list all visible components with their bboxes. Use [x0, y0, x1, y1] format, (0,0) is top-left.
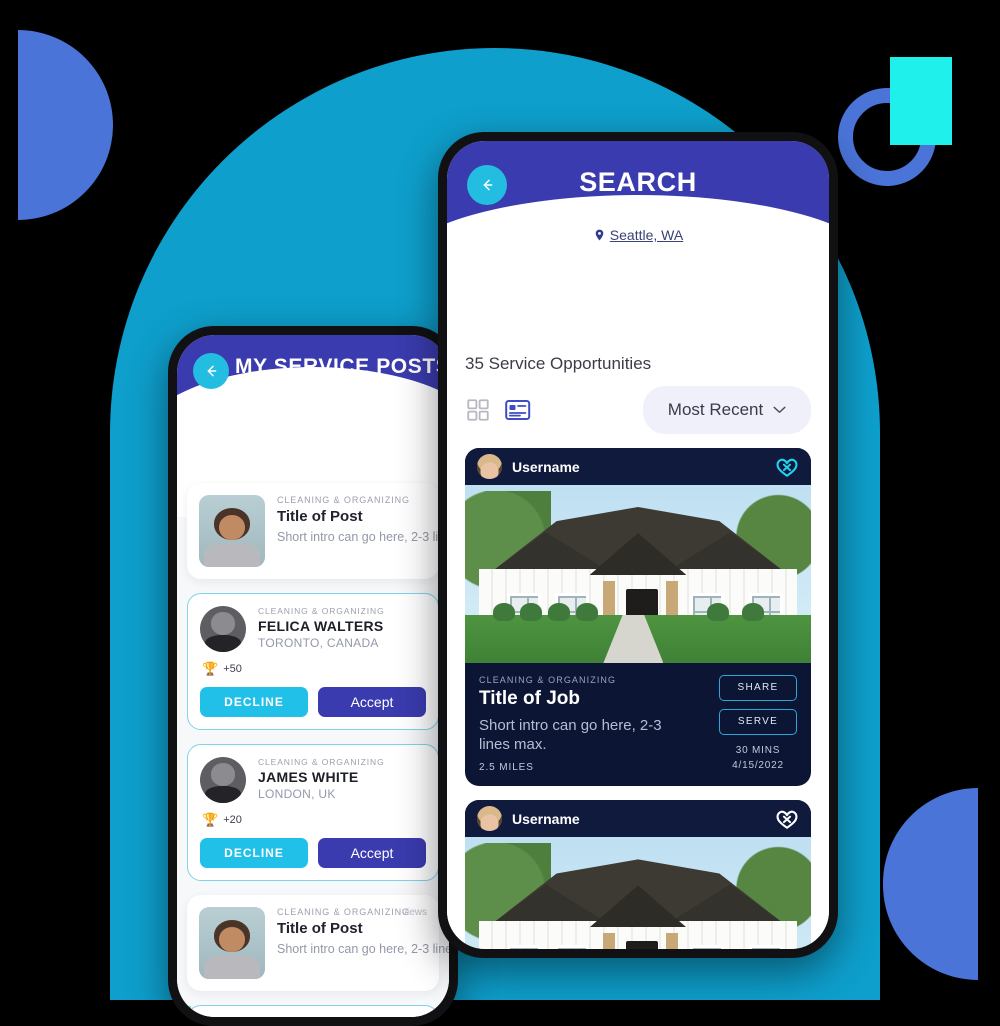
serve-button[interactable]: SERVE — [719, 709, 797, 735]
points-value: +50 — [223, 663, 242, 675]
phone-right-device: SEARCH Seattle, WA House Cleaner 35 Serv… — [438, 132, 838, 958]
job-card[interactable]: Username — [465, 448, 811, 787]
username-label: Username — [512, 458, 580, 475]
request-category: CLEANING & ORGANIZING — [258, 757, 385, 767]
request-name: FELICA WALTERS — [258, 618, 384, 634]
job-actions: SHARE SERVE 30 MINS 4/15/2022 — [719, 675, 797, 773]
job-photo — [465, 485, 811, 663]
job-card-header: Username — [465, 800, 811, 838]
decline-button[interactable]: DECLINE — [200, 838, 308, 868]
post-title: Title of Post — [277, 508, 363, 525]
heart-icon[interactable] — [775, 808, 799, 830]
request-location: LONDON, UK — [258, 787, 336, 801]
half-circle-bottom-right-decoration — [883, 788, 978, 980]
decline-button[interactable]: DECLINE — [200, 687, 308, 717]
list-view-icon — [505, 400, 531, 420]
avatar — [200, 757, 246, 803]
avatar — [477, 806, 502, 832]
back-arrow-icon — [483, 179, 493, 191]
username-label: Username — [512, 810, 580, 827]
post-views-label: views — [401, 907, 427, 918]
accept-button[interactable]: Accept — [318, 687, 426, 717]
request-card[interactable]: CLEANING & ORGANIZING JAMES WHITE LONDON… — [187, 744, 439, 881]
post-thumbnail — [199, 907, 265, 979]
points-value: +20 — [223, 814, 242, 826]
request-points: 🏆 +50 — [202, 661, 426, 677]
card-accent-rail — [188, 1006, 191, 1017]
page-title: MY SERVICE POSTS — [235, 355, 449, 378]
grid-view-icon — [467, 399, 489, 421]
post-intro: Short intro can go here, 2-3 lines max. — [277, 530, 449, 544]
post-thumbnail — [199, 495, 265, 567]
grid-view-button[interactable] — [465, 397, 491, 423]
trophy-icon: 🏆 — [202, 812, 219, 827]
post-card[interactable]: CLEANING & ORGANIZING Title of Post Shor… — [187, 895, 449, 991]
job-date: 4/15/2022 — [732, 760, 784, 771]
job-intro: Short intro can go here, 2-3 lines max. — [479, 717, 662, 754]
request-card[interactable]: CLEANING & ORGANIZING FELICA WALTERS TOR… — [187, 1005, 439, 1017]
back-arrow-icon — [207, 365, 217, 377]
job-card[interactable]: Username — [465, 800, 811, 949]
request-points: 🏆 +20 — [202, 812, 426, 828]
view-toolbar: Most Recent — [447, 374, 829, 444]
search-screen: SEARCH Seattle, WA House Cleaner 35 Serv… — [447, 141, 829, 949]
location-label: Seattle, WA — [609, 227, 684, 243]
job-feed: Username CLEANING & ORGANIZING Title of … — [447, 444, 829, 949]
post-intro: Short intro can go here, 2-3 lines max. — [277, 942, 449, 956]
job-card-header: Username — [465, 448, 811, 485]
request-location: TORONTO, CANADA — [258, 636, 379, 650]
canvas: MY SERVICE POSTS REQUESTS INPROGRESS HIS… — [0, 0, 1000, 1026]
header-curve-decoration — [447, 195, 829, 345]
request-card[interactable]: CLEANING & ORGANIZING FELICA WALTERS TOR… — [187, 593, 439, 730]
location-selector[interactable]: Seattle, WA — [447, 227, 829, 243]
map-pin-icon — [595, 229, 604, 241]
cyan-rectangle-decoration — [890, 57, 952, 145]
avatar — [200, 606, 246, 652]
post-title: Title of Post — [277, 920, 363, 937]
job-duration: 30 MINS — [735, 745, 781, 756]
left-app-header: MY SERVICE POSTS — [177, 335, 449, 517]
back-button[interactable] — [467, 165, 507, 205]
job-details: CLEANING & ORGANIZING Title of Job Short… — [465, 663, 811, 786]
trophy-icon: 🏆 — [202, 661, 219, 676]
post-category: CLEANING & ORGANIZING — [277, 495, 410, 505]
phone-left-device: MY SERVICE POSTS REQUESTS INPROGRESS HIS… — [168, 326, 458, 1026]
request-name: JAMES WHITE — [258, 769, 359, 785]
half-circle-top-left-decoration — [18, 30, 113, 220]
sort-label: Most Recent — [667, 400, 764, 419]
post-card[interactable]: CLEANING & ORGANIZING Title of Post Shor… — [187, 483, 449, 579]
posts-list: CLEANING & ORGANIZING Title of Post Shor… — [177, 469, 449, 1017]
avatar — [477, 454, 502, 479]
heart-icon[interactable] — [775, 456, 799, 478]
request-category: CLEANING & ORGANIZING — [258, 606, 385, 616]
chevron-down-icon — [773, 406, 786, 413]
share-button[interactable]: SHARE — [719, 675, 797, 701]
sort-dropdown[interactable]: Most Recent — [643, 386, 811, 434]
right-app-header: SEARCH Seattle, WA — [447, 141, 829, 345]
back-button[interactable] — [193, 353, 229, 389]
list-view-button[interactable] — [505, 397, 531, 423]
accept-button[interactable]: Accept — [318, 838, 426, 868]
my-service-posts-screen: MY SERVICE POSTS REQUESTS INPROGRESS HIS… — [177, 335, 449, 1017]
job-photo — [465, 837, 811, 949]
